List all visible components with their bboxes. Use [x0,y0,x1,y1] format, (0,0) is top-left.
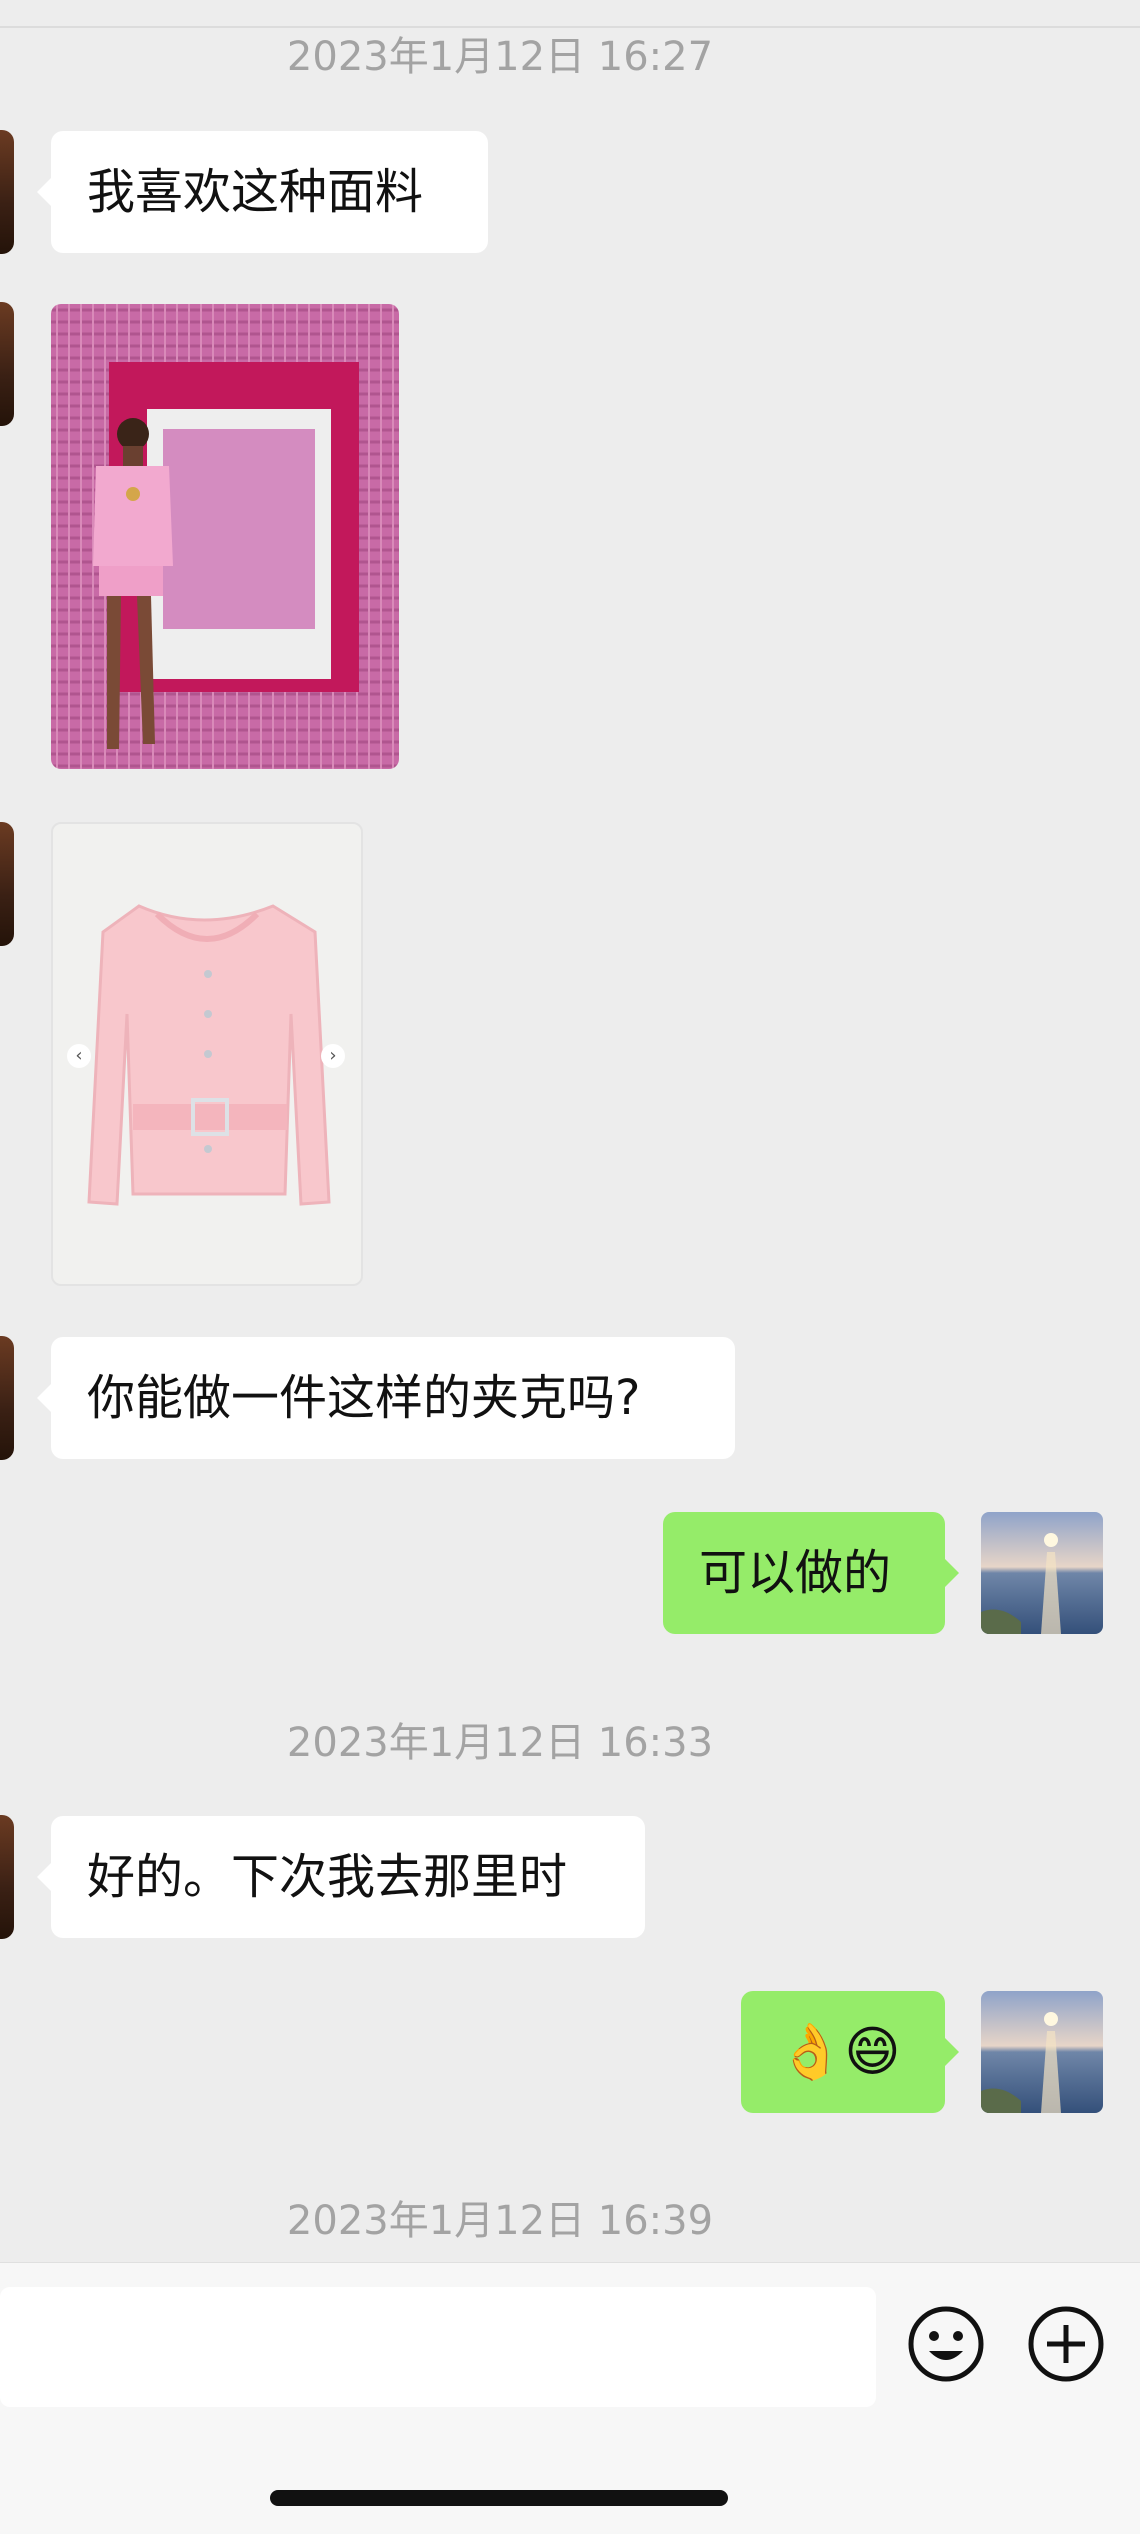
contact-avatar[interactable] [0,1336,14,1460]
sea-sunset-avatar-image [981,1512,1103,1634]
emoji-button[interactable] [907,2305,985,2383]
contact-avatar[interactable] [0,1815,14,1939]
contact-avatar[interactable] [0,822,14,946]
carousel-next-icon[interactable]: › [321,1044,345,1068]
my-avatar[interactable] [981,1991,1103,2113]
outgoing-emoji-bubble[interactable]: 👌😄 [741,1991,959,2113]
contact-avatar[interactable] [0,302,14,426]
home-indicator[interactable] [270,2490,728,2506]
more-button[interactable] [1027,2305,1105,2383]
sea-sunset-avatar-image [981,1991,1103,2113]
incoming-message-bubble[interactable]: 你能做一件这样的夹克吗? [37,1337,735,1459]
incoming-message-bubble[interactable]: 我喜欢这种面料 [37,131,488,253]
my-avatar[interactable] [981,1512,1103,1634]
message-input[interactable] [0,2287,876,2407]
outgoing-message-bubble[interactable]: 可以做的 [663,1512,959,1634]
image-message-runway-photo[interactable] [51,304,399,769]
image-message-jacket-photo[interactable]: ‹ › [51,822,363,1286]
contact-avatar[interactable] [0,130,14,254]
incoming-message-bubble[interactable]: 好的。下次我去那里时 [37,1816,645,1938]
emoji-icon [908,2306,984,2382]
jacket-photo-image [87,904,331,1206]
timestamp: 2023年1月12日 16:39 [286,2198,714,2244]
plus-icon [1028,2306,1104,2382]
runway-photo-image [51,304,399,769]
carousel-prev-icon[interactable]: ‹ [67,1044,91,1068]
timestamp: 2023年1月12日 16:27 [286,34,714,80]
timestamp: 2023年1月12日 16:33 [286,1720,714,1766]
